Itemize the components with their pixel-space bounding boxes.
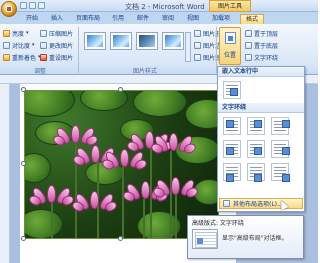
adjust-group-label: 调整 [33, 68, 46, 75]
send-to-back-icon [245, 41, 252, 49]
resize-handle-top-left[interactable] [21, 87, 26, 92]
save-icon[interactable] [20, 2, 27, 9]
lotus-flower [70, 187, 119, 214]
reset-picture-button[interactable]: 重设图片 [40, 52, 73, 62]
wrap-position-middle-center[interactable] [247, 140, 265, 158]
picture-tools-context-label: 图片工具 [209, 0, 251, 12]
quick-access-toolbar [20, 2, 45, 9]
bring-to-front-icon [245, 29, 252, 37]
resize-handle-top[interactable] [118, 87, 123, 92]
recolor-button[interactable]: 重新着色▾ [3, 52, 41, 62]
lotus-flower [151, 173, 200, 200]
undo-icon[interactable] [29, 2, 36, 9]
text-wrapping-icon [245, 53, 252, 61]
window-title: 文档 2 - Microsoft Word [125, 3, 205, 11]
ribbon-tabs: 开始 插入 页面布局 引用 邮件 审阅 视图 加载项 格式 [0, 12, 318, 24]
title-bar: 文档 2 - Microsoft Word 图片工具 [0, 0, 318, 17]
resize-handle-bottom[interactable] [118, 236, 123, 241]
wrap-position-top-left[interactable] [223, 117, 241, 135]
lotus-flower [149, 129, 198, 156]
tab-review[interactable]: 审阅 [162, 14, 174, 24]
picture-shape-icon [194, 29, 201, 37]
position-dropdown-menu: 嵌入文本行中 文字环绕 其他布局选项(L)... [217, 66, 305, 212]
picture-style-4[interactable] [162, 32, 184, 50]
wrap-position-bottom-right[interactable] [271, 163, 290, 182]
layout-preview-icon [192, 229, 218, 249]
tab-format[interactable]: 格式 [240, 14, 265, 24]
office-button[interactable] [1, 1, 17, 17]
picture-style-3[interactable] [136, 32, 158, 50]
wrap-position-middle-right[interactable] [271, 140, 290, 158]
change-picture-button[interactable]: 更改图片 [40, 40, 73, 50]
brightness-button[interactable]: 亮度 ▾ [3, 28, 29, 38]
position-button[interactable]: 位置 [219, 27, 241, 65]
contrast-icon [3, 41, 10, 49]
picture-effects-icon [194, 53, 201, 61]
tooltip-title: 高级版式: 文字环绕 [192, 220, 244, 227]
layout-options-icon [223, 200, 230, 207]
redo-icon[interactable] [38, 2, 45, 9]
office-logo-icon [6, 6, 12, 12]
resize-handle-left[interactable] [21, 161, 26, 166]
wrap-position-top-center[interactable] [247, 117, 265, 135]
wrap-position-top-right[interactable] [271, 117, 290, 135]
tab-mailings[interactable]: 邮件 [137, 14, 149, 24]
lotus-flower [51, 121, 100, 148]
reset-icon [40, 53, 47, 61]
tab-view[interactable]: 视图 [187, 14, 199, 24]
send-to-back-button[interactable]: 置于底层 [245, 40, 278, 50]
more-layout-options-item[interactable]: 其他布局选项(L)... [219, 198, 303, 209]
tooltip: 高级版式: 文字环绕 显示"高级布局"对话框。 [187, 215, 304, 259]
compress-pictures-button[interactable]: 压缩图片 [40, 28, 73, 38]
compress-icon [40, 29, 47, 37]
inline-with-text-option[interactable] [223, 81, 241, 99]
bring-to-front-button[interactable]: 置于顶层 [245, 28, 278, 38]
tab-references[interactable]: 引用 [112, 14, 124, 24]
change-picture-icon [40, 41, 47, 49]
wrap-position-middle-left[interactable] [223, 140, 241, 158]
wrap-position-bottom-left[interactable] [223, 163, 241, 182]
picture-style-2[interactable] [110, 32, 132, 50]
wrap-position-bottom-center[interactable] [247, 163, 265, 182]
picture-styles-group-label: 图片样式 [132, 68, 157, 75]
inline-section-header: 嵌入文本行中 [218, 67, 304, 77]
vertical-ruler[interactable] [0, 84, 10, 263]
word-window: 文档 2 - Microsoft Word 图片工具 开始 插入 页面布局 引用… [0, 0, 318, 263]
position-icon [225, 32, 236, 44]
picture-style-1[interactable] [84, 32, 106, 50]
text-wrapping-button[interactable]: 文字环绕 [245, 52, 278, 62]
contrast-button[interactable]: 对比度 ▾ [3, 40, 35, 50]
wrap-section-header: 文字环绕 [218, 103, 304, 113]
tab-home[interactable]: 开始 [26, 14, 38, 24]
tab-page-layout[interactable]: 页面布局 [76, 14, 100, 24]
tab-insert[interactable]: 插入 [51, 14, 63, 24]
resize-handle-bottom-left[interactable] [21, 236, 26, 241]
wrap-position-grid [218, 113, 304, 184]
picture-border-icon [194, 41, 201, 49]
recolor-icon [3, 53, 10, 61]
tooltip-description: 显示"高级布局"对话框。 [222, 235, 288, 242]
tab-add-ins[interactable]: 加载项 [212, 14, 230, 24]
styles-gallery-scroll[interactable] [185, 32, 191, 62]
lotus-flower [27, 181, 76, 208]
brightness-icon [3, 29, 10, 37]
